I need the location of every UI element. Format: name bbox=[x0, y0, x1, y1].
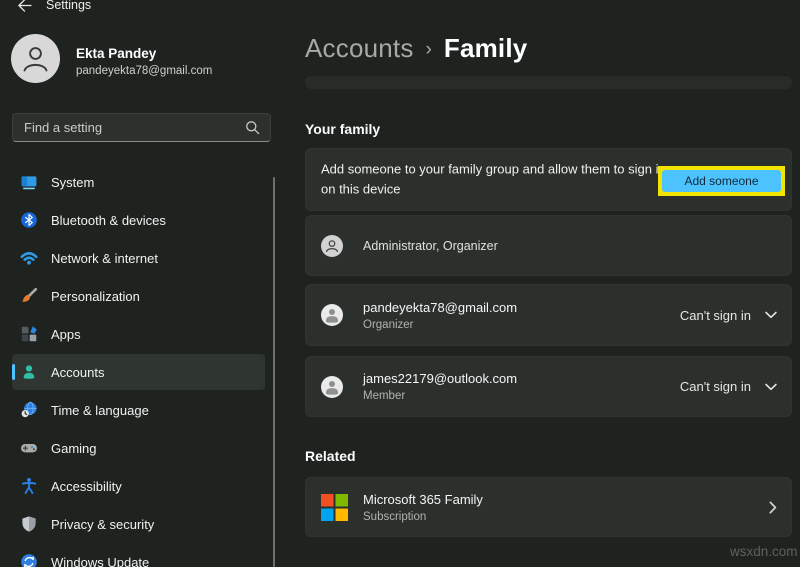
sidebar-scrollbar[interactable] bbox=[273, 177, 275, 567]
related-item-subtitle: Subscription bbox=[363, 511, 483, 523]
section-related: Related bbox=[305, 448, 356, 464]
scrolled-card-edge bbox=[305, 76, 792, 89]
bluetooth-icon bbox=[20, 211, 38, 229]
sidebar-item-time-language[interactable]: Time & language bbox=[12, 392, 265, 428]
sidebar-nav: System Bluetooth & devices Network & int… bbox=[0, 0, 290, 567]
apps-icon bbox=[20, 325, 38, 343]
chevron-down-icon[interactable] bbox=[765, 383, 777, 391]
personalization-icon bbox=[20, 287, 38, 305]
sidebar-item-label: Accessibility bbox=[51, 479, 122, 494]
network-icon bbox=[20, 249, 38, 267]
breadcrumb-separator-icon: › bbox=[426, 39, 432, 61]
annotation-highlight: Add someone bbox=[658, 166, 785, 196]
sidebar-item-windows-update[interactable]: Windows Update bbox=[12, 544, 265, 567]
microsoft-365-family-row[interactable]: Microsoft 365 Family Subscription bbox=[305, 477, 792, 537]
sidebar-item-accounts[interactable]: Accounts bbox=[12, 354, 265, 390]
main-content: Accounts › Family Your family Add someon… bbox=[290, 0, 800, 567]
member-role: Member bbox=[363, 390, 517, 402]
sidebar-item-label: Network & internet bbox=[51, 251, 158, 266]
member-title: pandeyekta78@gmail.com bbox=[363, 300, 517, 315]
sidebar-item-label: Privacy & security bbox=[51, 517, 154, 532]
sidebar-item-label: System bbox=[51, 175, 94, 190]
sidebar: Ekta Pandey pandeyekta78@gmail.com Syste… bbox=[0, 0, 290, 567]
sidebar-item-label: Windows Update bbox=[51, 555, 149, 567]
sidebar-item-label: Personalization bbox=[51, 289, 140, 304]
windows-update-icon bbox=[20, 553, 38, 567]
section-your-family: Your family bbox=[305, 121, 380, 137]
accounts-icon bbox=[20, 363, 38, 381]
member-title: james22179@outlook.com bbox=[363, 371, 517, 386]
gaming-icon bbox=[20, 439, 38, 457]
add-someone-button[interactable]: Add someone bbox=[662, 170, 781, 192]
person-filled-avatar-icon bbox=[321, 376, 343, 398]
page-title: Family bbox=[444, 33, 528, 64]
sidebar-item-label: Gaming bbox=[51, 441, 97, 456]
family-member-row[interactable]: pandeyekta78@gmail.com Organizer Can't s… bbox=[305, 284, 792, 346]
sidebar-item-personalization[interactable]: Personalization bbox=[12, 278, 265, 314]
member-status: Can't sign in bbox=[680, 379, 751, 394]
sidebar-item-label: Accounts bbox=[51, 365, 104, 380]
person-filled-avatar-icon bbox=[321, 304, 343, 326]
system-icon bbox=[20, 173, 38, 191]
sidebar-item-bluetooth-devices[interactable]: Bluetooth & devices bbox=[12, 202, 265, 238]
chevron-down-icon[interactable] bbox=[765, 311, 777, 319]
settings-window: Settings Ekta Pandey pandeyekta78@gmail.… bbox=[0, 0, 800, 567]
watermark: wsxdn.com bbox=[730, 544, 798, 559]
sidebar-item-network-internet[interactable]: Network & internet bbox=[12, 240, 265, 276]
family-member-row: Administrator, Organizer bbox=[305, 215, 792, 276]
member-title: Administrator, Organizer bbox=[363, 239, 498, 253]
sidebar-item-label: Bluetooth & devices bbox=[51, 213, 166, 228]
member-role: Organizer bbox=[363, 319, 517, 331]
family-member-row[interactable]: james22179@outlook.com Member Can't sign… bbox=[305, 356, 792, 417]
sidebar-item-gaming[interactable]: Gaming bbox=[12, 430, 265, 466]
related-item-title: Microsoft 365 Family bbox=[363, 492, 483, 507]
accessibility-icon bbox=[20, 477, 38, 495]
sidebar-item-privacy-security[interactable]: Privacy & security bbox=[12, 506, 265, 542]
sidebar-item-label: Time & language bbox=[51, 403, 149, 418]
person-outline-avatar-icon bbox=[321, 235, 343, 257]
sidebar-item-apps[interactable]: Apps bbox=[12, 316, 265, 352]
add-someone-card: Add someone to your family group and all… bbox=[305, 148, 792, 211]
sidebar-item-label: Apps bbox=[51, 327, 81, 342]
breadcrumb: Accounts › Family bbox=[305, 33, 527, 64]
privacy-security-icon bbox=[20, 515, 38, 533]
chevron-right-icon bbox=[769, 501, 777, 514]
time-language-icon bbox=[20, 401, 38, 419]
breadcrumb-parent[interactable]: Accounts bbox=[305, 33, 414, 64]
microsoft-logo-icon bbox=[321, 494, 348, 521]
add-someone-description: Add someone to your family group and all… bbox=[321, 159, 671, 200]
member-status: Can't sign in bbox=[680, 308, 751, 323]
sidebar-item-system[interactable]: System bbox=[12, 164, 265, 200]
selected-indicator-pill bbox=[12, 364, 15, 380]
sidebar-item-accessibility[interactable]: Accessibility bbox=[12, 468, 265, 504]
